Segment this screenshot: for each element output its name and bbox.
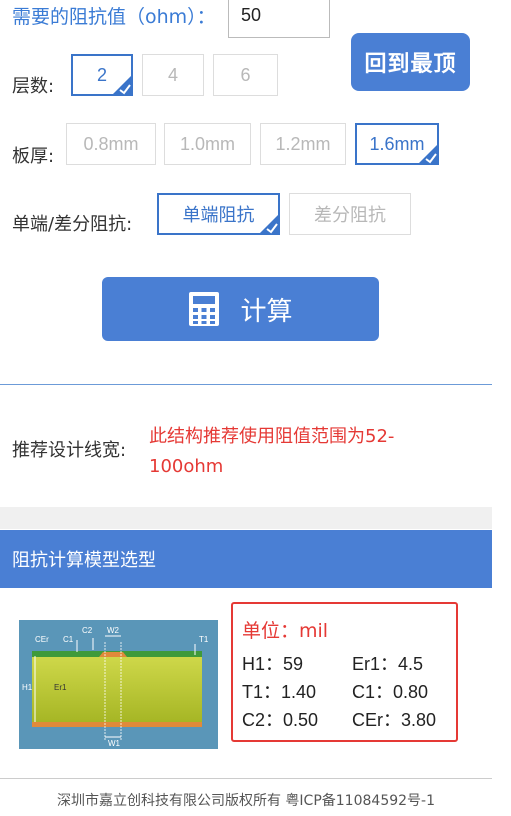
footer-copyright: 深圳市嘉立创科技有限公司版权所有 粤ICP备11084592号-1: [56, 793, 435, 809]
model-section-title-text: 阻抗计算模型选型: [12, 550, 156, 571]
calculator-icon: [189, 292, 220, 326]
diagram-label-h1: H1: [22, 683, 33, 692]
thickness-option-label: 0.8mm: [83, 133, 139, 154]
checkmark-icon: [258, 213, 280, 235]
layer-option-label: 4: [167, 64, 178, 85]
thickness-option-label: 1.2mm: [275, 133, 331, 154]
thickness-option-0.8[interactable]: 0.8mm: [66, 123, 156, 165]
diagram-label-cer: CEr: [35, 635, 49, 644]
impedance-label: 需要的阻抗值（ohm）：: [12, 6, 216, 28]
recommend-value: 此结构推荐使用阻值范围为52-100ohm: [149, 426, 395, 477]
layer-option-6[interactable]: 6: [213, 54, 278, 96]
diagram-label-t1: T1: [199, 635, 209, 644]
recommend-label: 推荐设计线宽:: [12, 440, 127, 461]
param-cer: CEr：3.80: [352, 710, 437, 730]
calculate-button[interactable]: 计算: [102, 277, 379, 341]
diagram-label-er1: Er1: [54, 683, 67, 692]
back-to-top-button[interactable]: 回到最顶: [351, 33, 470, 91]
param-c2: C2：0.50: [242, 710, 319, 730]
layer-option-label: 2: [96, 64, 107, 85]
calculate-button-label: 计算: [240, 296, 293, 327]
diagram-label-c2: C2: [82, 626, 93, 635]
param-h1: H1：59: [242, 654, 304, 674]
mode-option-label: 单端阻抗: [182, 205, 255, 225]
thickness-option-1.0[interactable]: 1.0mm: [164, 123, 251, 165]
params-unit: 单位：mil: [242, 620, 329, 642]
diagram-label-w2: W2: [107, 626, 120, 635]
divider: [0, 384, 492, 385]
thickness-option-label: 1.0mm: [179, 133, 235, 154]
layer-option-4[interactable]: 4: [142, 54, 204, 96]
thickness-option-1.2[interactable]: 1.2mm: [260, 123, 346, 165]
thickness-option-1.6[interactable]: 1.6mm: [355, 123, 439, 165]
section-spacer: [0, 507, 492, 529]
mode-option-label: 差分阻抗: [314, 205, 386, 225]
impedance-input[interactable]: 50: [228, 0, 330, 38]
param-c1: C1：0.80: [352, 682, 429, 702]
layer-option-label: 6: [240, 64, 251, 85]
param-er1: Er1：4.5: [352, 654, 424, 674]
param-t1: T1：1.40: [242, 682, 317, 702]
layers-label: 层数:: [12, 76, 55, 97]
layer-option-2[interactable]: 2: [71, 54, 133, 96]
diagram-label-w1: W1: [108, 739, 121, 748]
checkmark-icon: [111, 74, 133, 96]
thickness-label: 板厚:: [12, 146, 55, 167]
stackup-diagram-image: CEr C1 C2 W2 T1 H1 Er1 W1: [19, 620, 218, 749]
mode-option-single[interactable]: 单端阻抗: [157, 193, 280, 235]
impedance-mode-label: 单端/差分阻抗:: [12, 214, 133, 235]
mode-option-differential[interactable]: 差分阻抗: [289, 193, 411, 235]
model-section-title: 阻抗计算模型选型: [0, 530, 492, 588]
footer-divider: [0, 778, 492, 779]
checkmark-icon: [417, 143, 439, 165]
diagram-label-c1: C1: [63, 635, 74, 644]
